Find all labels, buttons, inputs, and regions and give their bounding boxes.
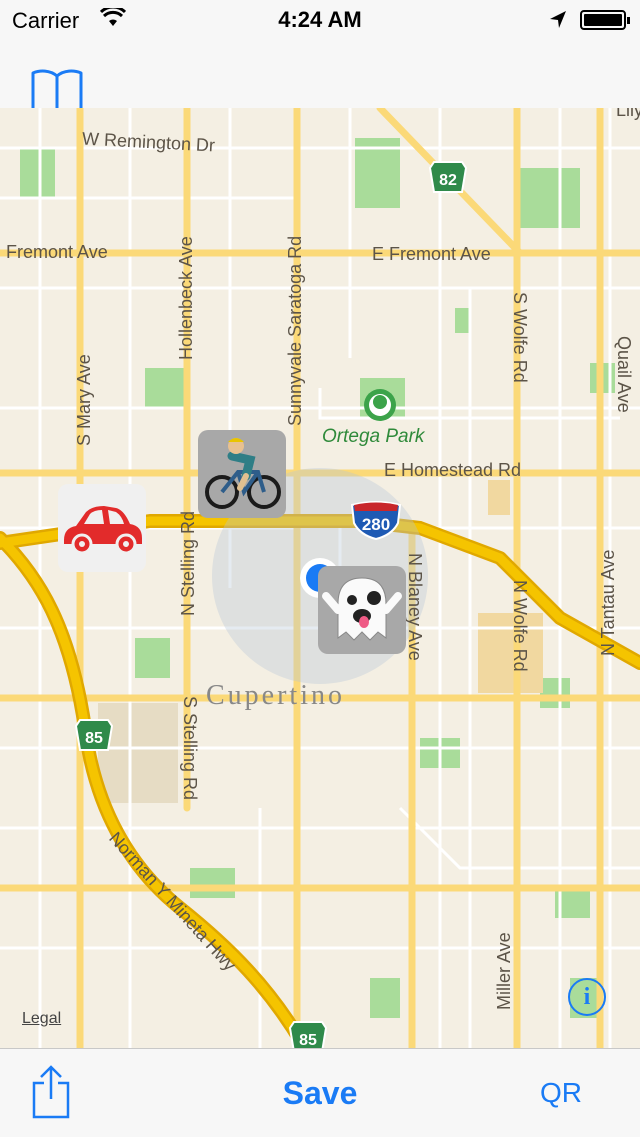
city-label: Cupertino (206, 680, 345, 711)
status-bar: Carrier 4:24 AM (0, 0, 640, 40)
street-label-s-wolfe: S Wolfe Rd (510, 292, 530, 383)
bottom-toolbar: Save QR (0, 1048, 640, 1137)
route-85-shield-upper: 85 (74, 718, 114, 759)
legal-link[interactable]: Legal (22, 1010, 61, 1028)
interstate-280-shield: 280 (350, 501, 402, 546)
route-85-number-upper: 85 (85, 730, 103, 747)
street-label-miller: Miller Ave (494, 932, 514, 1010)
cyclist-icon (205, 438, 281, 509)
route-82-number: 82 (439, 172, 457, 189)
clock-label: 4:24 AM (278, 7, 362, 32)
route-85-shield-lower: 85 (288, 1020, 328, 1048)
street-label-homestead: E Homestead Rd (384, 460, 522, 480)
street-label-fremont-e: E Fremont Ave (372, 244, 491, 264)
street-label-n-tantau: N Tantau Ave (598, 549, 618, 656)
street-label-s-stelling: S Stelling Rd (180, 696, 200, 801)
ghost-pin[interactable] (318, 566, 406, 654)
street-label-fremont-w: Fremont Ave (6, 242, 108, 262)
map-view[interactable]: W Remington Dr Fremont Ave E Fremont Ave… (0, 108, 640, 1048)
car-icon (64, 506, 142, 555)
street-label-s-mary: S Mary Ave (74, 354, 94, 446)
nav-bar (0, 40, 640, 116)
street-label-saratoga: Sunnyvale Saratoga Rd (285, 235, 305, 426)
street-label-n-wolfe: N Wolfe Rd (510, 580, 530, 672)
location-arrow-icon (548, 10, 568, 35)
street-label-quail: Quail Ave (614, 336, 634, 413)
car-pin[interactable] (58, 484, 146, 572)
street-label-hollenbeck: Hollenbeck Ave (176, 236, 196, 360)
info-button[interactable]: i (568, 978, 606, 1016)
route-85-number-lower: 85 (299, 1032, 317, 1048)
street-label-lily: Lily (616, 108, 640, 120)
street-label-n-stelling: N Stelling Rd (178, 510, 198, 616)
street-label-n-blaney: N Blaney Ave (405, 553, 425, 661)
route-82-shield: 82 (428, 160, 468, 201)
park-label: Ortega Park (322, 426, 425, 447)
qr-button[interactable]: QR (540, 1077, 582, 1109)
battery-icon (580, 10, 630, 30)
ghost-icon (322, 577, 402, 641)
interstate-280-number: 280 (362, 515, 390, 534)
bike-pin[interactable] (198, 430, 286, 518)
